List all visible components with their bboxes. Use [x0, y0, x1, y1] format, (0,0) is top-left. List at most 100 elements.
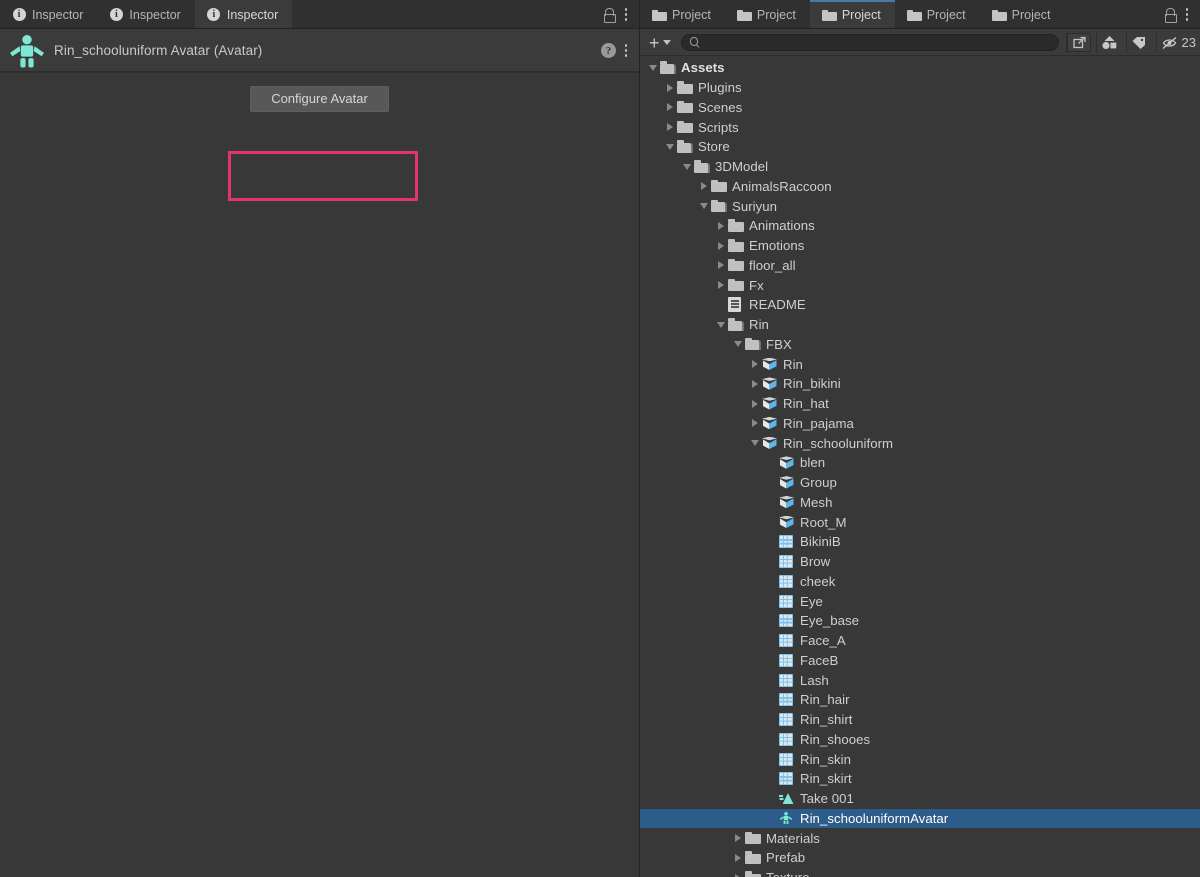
chevron-right-icon[interactable]	[714, 279, 727, 292]
kebab-menu-icon[interactable]	[619, 6, 633, 24]
twisty-placeholder	[765, 674, 778, 687]
tree-row[interactable]: Rin_hat	[640, 394, 1200, 414]
mesh-icon	[779, 574, 796, 589]
tree-row[interactable]: FBX	[640, 335, 1200, 355]
chevron-down-icon[interactable]	[714, 318, 727, 331]
chevron-right-icon[interactable]	[748, 358, 761, 371]
tree-row[interactable]: README	[640, 295, 1200, 315]
tree-row-label: Rin_schooluniform	[783, 435, 894, 451]
tree-row[interactable]: AnimalsRaccoon	[640, 177, 1200, 197]
tree-row[interactable]: Rin_skirt	[640, 769, 1200, 789]
tree-row[interactable]: Face_A	[640, 631, 1200, 651]
tree-row[interactable]: Rin_skin	[640, 749, 1200, 769]
tab-project-4[interactable]: Project	[895, 0, 980, 29]
tab-inspector-1[interactable]: i Inspector	[0, 0, 97, 29]
tree-row[interactable]: Rin_schooluniformAvatar	[640, 808, 1200, 829]
folder-icon	[711, 179, 728, 194]
chevron-right-icon[interactable]	[714, 239, 727, 252]
tree-row[interactable]: FaceB	[640, 651, 1200, 671]
chevron-right-icon[interactable]	[697, 180, 710, 193]
chevron-right-icon[interactable]	[663, 101, 676, 114]
tree-row[interactable]: Root_M	[640, 512, 1200, 532]
tree-row[interactable]: Suriyun	[640, 196, 1200, 216]
tree-row[interactable]: BikiniB	[640, 532, 1200, 552]
tree-row-label: Materials	[766, 830, 820, 846]
tree-row[interactable]: Plugins	[640, 78, 1200, 98]
tab-project-2[interactable]: Project	[725, 0, 810, 29]
tree-row-label: Face_A	[800, 633, 846, 649]
chevron-right-icon[interactable]	[714, 219, 727, 232]
chevron-down-icon[interactable]	[663, 140, 676, 153]
popout-window-button[interactable]	[1065, 32, 1092, 53]
search-input[interactable]	[700, 36, 1050, 49]
chevron-right-icon[interactable]	[748, 397, 761, 410]
tree-row[interactable]: Scenes	[640, 98, 1200, 118]
tree-row[interactable]: Animations	[640, 216, 1200, 236]
tree-row[interactable]: Rin	[640, 315, 1200, 335]
help-icon[interactable]: ?	[601, 43, 616, 58]
chevron-right-icon[interactable]	[714, 259, 727, 272]
chevron-down-icon[interactable]	[731, 338, 744, 351]
configure-avatar-button[interactable]: Configure Avatar	[250, 86, 389, 112]
tree-row[interactable]: Brow	[640, 552, 1200, 572]
tree-row[interactable]: Assets	[640, 58, 1200, 78]
tab-project-5[interactable]: Project	[980, 0, 1065, 29]
chevron-down-icon[interactable]	[680, 160, 693, 173]
create-asset-button[interactable]: +	[646, 34, 674, 52]
tab-label: Project	[756, 7, 796, 22]
tree-row[interactable]: Group	[640, 473, 1200, 493]
tree-row[interactable]: Eye	[640, 591, 1200, 611]
kebab-menu-icon[interactable]	[619, 42, 633, 60]
tab-project-3[interactable]: Project	[809, 0, 895, 29]
lock-icon[interactable]	[601, 7, 617, 23]
chevron-right-icon[interactable]	[731, 832, 744, 845]
tab-label: Project	[926, 7, 966, 22]
project-asset-tree[interactable]: Assets Plugins Scenes Scripts Store 3DModel An…	[640, 56, 1200, 877]
twisty-placeholder	[765, 614, 778, 627]
tab-inspector-3[interactable]: i Inspector	[194, 0, 293, 29]
tree-row[interactable]: Scripts	[640, 117, 1200, 137]
chevron-right-icon[interactable]	[663, 81, 676, 94]
lock-icon[interactable]	[1162, 7, 1178, 23]
tree-row[interactable]: Prefab	[640, 848, 1200, 868]
tree-row[interactable]: Emotions	[640, 236, 1200, 256]
tab-project-1[interactable]: Project	[640, 0, 725, 29]
tree-row[interactable]: Take 001	[640, 789, 1200, 809]
tree-row[interactable]: Rin_schooluniform	[640, 433, 1200, 453]
tree-row[interactable]: floor_all	[640, 256, 1200, 276]
tree-row[interactable]: Rin	[640, 354, 1200, 374]
tree-row[interactable]: Lash	[640, 670, 1200, 690]
chevron-right-icon[interactable]	[731, 851, 744, 864]
tab-inspector-2[interactable]: i Inspector	[97, 0, 194, 29]
tree-row[interactable]: Fx	[640, 275, 1200, 295]
tree-row[interactable]: Materials	[640, 828, 1200, 848]
tree-row[interactable]: Eye_base	[640, 611, 1200, 631]
mesh-icon	[779, 732, 796, 747]
tree-row[interactable]: Rin_shirt	[640, 710, 1200, 730]
chevron-right-icon[interactable]	[663, 121, 676, 134]
chevron-right-icon[interactable]	[748, 377, 761, 390]
tree-row[interactable]: Rin_shooes	[640, 730, 1200, 750]
filter-by-type-button[interactable]	[1095, 32, 1122, 53]
chevron-down-icon[interactable]	[697, 200, 710, 213]
tree-row[interactable]: Rin_bikini	[640, 374, 1200, 394]
chevron-down-icon[interactable]	[646, 61, 659, 74]
page-title: Rin_schooluniform Avatar (Avatar)	[54, 43, 263, 58]
tree-row[interactable]: Rin_pajama	[640, 414, 1200, 434]
tree-row[interactable]: Texture	[640, 868, 1200, 877]
tree-row[interactable]: Rin_hair	[640, 690, 1200, 710]
chevron-down-icon[interactable]	[748, 437, 761, 450]
chevron-right-icon[interactable]	[748, 417, 761, 430]
tree-row[interactable]: Store	[640, 137, 1200, 157]
kebab-menu-icon[interactable]	[1180, 6, 1194, 24]
model-cube-icon	[762, 357, 779, 372]
tree-row[interactable]: blen	[640, 453, 1200, 473]
tree-row[interactable]: 3DModel	[640, 157, 1200, 177]
tree-row[interactable]: Mesh	[640, 493, 1200, 513]
filter-by-label-button[interactable]	[1125, 32, 1152, 53]
tree-row-label: FBX	[766, 336, 792, 352]
hidden-items-indicator[interactable]: 23	[1155, 32, 1196, 53]
search-field[interactable]	[680, 34, 1059, 51]
tree-row[interactable]: cheek	[640, 572, 1200, 592]
chevron-right-icon[interactable]	[731, 871, 744, 877]
